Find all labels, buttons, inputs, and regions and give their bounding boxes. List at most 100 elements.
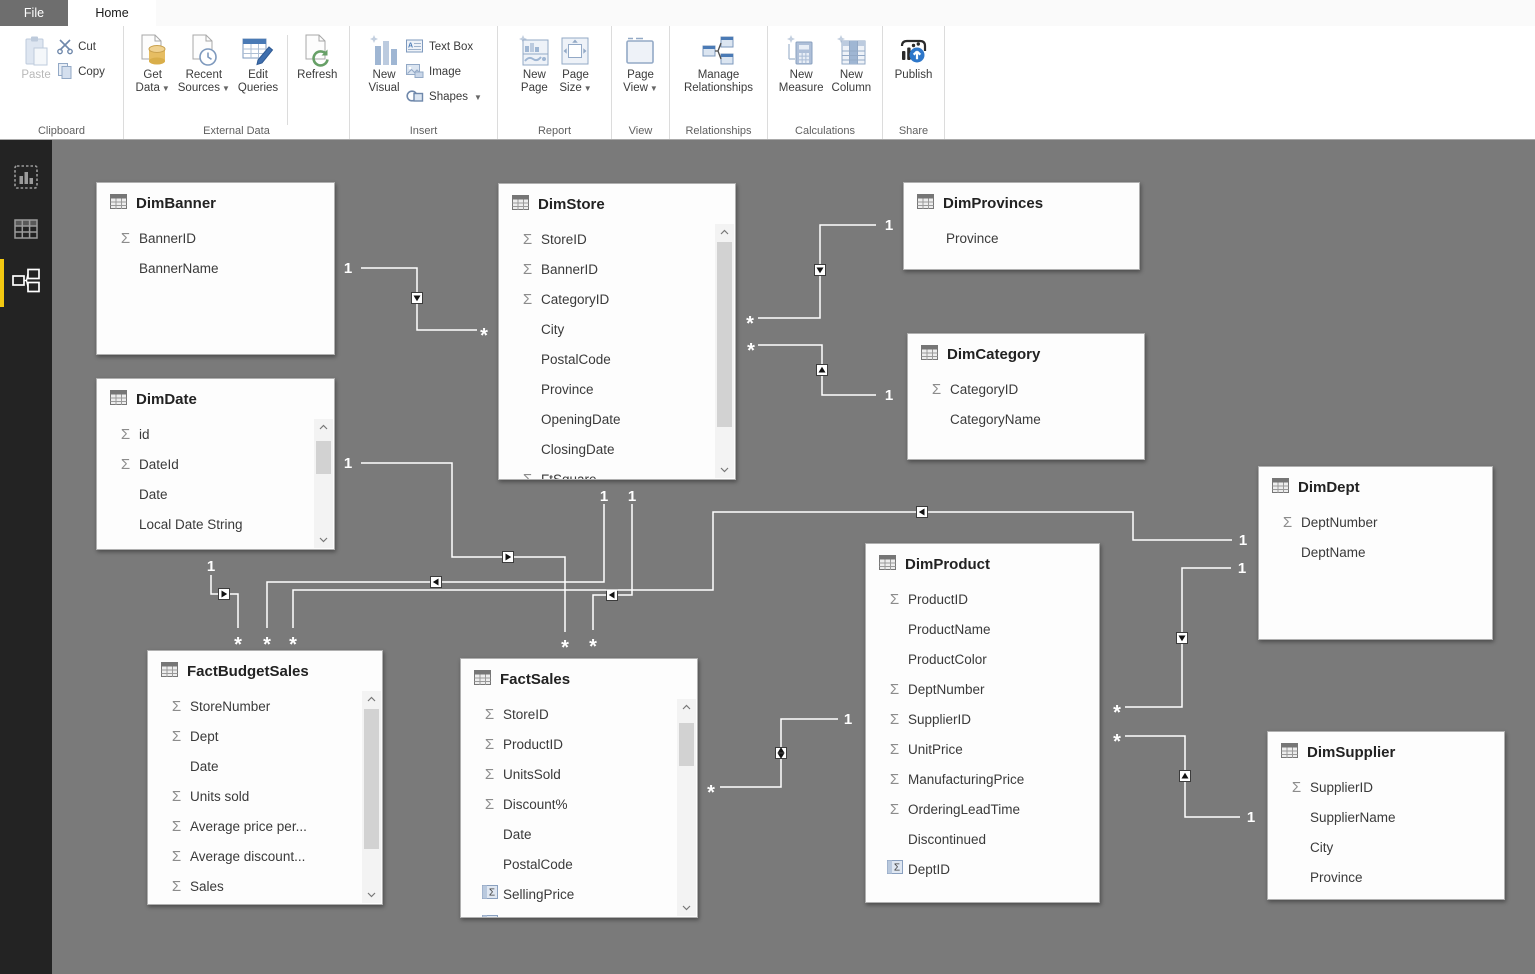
field-row[interactable]: SupplierName — [1268, 802, 1504, 832]
manage-relationships-button[interactable]: ManageRelationships — [681, 31, 756, 139]
field-row[interactable]: ΣCategoryID — [499, 284, 735, 314]
field-row[interactable]: City — [1268, 832, 1504, 862]
refresh-button[interactable]: Refresh — [294, 31, 340, 139]
table-card-header[interactable]: FactBudgetSales — [148, 651, 382, 691]
field-row[interactable]: ΣStoreID — [499, 224, 735, 254]
field-row[interactable]: Province — [904, 223, 1139, 253]
table-card-DimProvinces[interactable]: DimProvincesProvince — [903, 182, 1140, 270]
table-card-DimProduct[interactable]: DimProductΣProductIDProductNameProductCo… — [865, 543, 1100, 903]
new-page-button[interactable]: NewPage — [514, 31, 554, 139]
field-row[interactable]: ΣProductID — [866, 584, 1099, 614]
edit-queries-button[interactable]: EditQueries — [235, 31, 281, 139]
field-row[interactable]: ProductName — [866, 614, 1099, 644]
field-row[interactable]: Σ — [461, 909, 697, 917]
field-row[interactable]: ΣUnitPrice — [866, 734, 1099, 764]
field-row[interactable]: ProductColor — [866, 644, 1099, 674]
table-card-header[interactable]: DimProvinces — [904, 183, 1139, 223]
relationship-DimProvinces-DimStore[interactable]: 1* — [746, 217, 893, 335]
vertical-scrollbar[interactable] — [362, 691, 381, 903]
field-row[interactable]: ΣManufacturingPrice — [866, 764, 1099, 794]
relationship-DimStore-FactSales[interactable]: 1* — [589, 488, 636, 658]
relationship-DimDept-DimProduct[interactable]: 1* — [1113, 560, 1246, 724]
table-card-header[interactable]: DimSupplier — [1268, 732, 1504, 772]
shapes-button[interactable]: Shapes▼ — [405, 87, 482, 107]
table-card-header[interactable]: DimDept — [1259, 467, 1492, 507]
field-row[interactable]: Date — [461, 819, 697, 849]
new-measure-button[interactable]: NewMeasure — [776, 31, 827, 139]
sidebar-item-relationships-view[interactable] — [0, 257, 52, 309]
cut-button[interactable]: Cut — [56, 37, 105, 57]
scroll-down-icon[interactable] — [715, 462, 734, 478]
field-row[interactable]: ΣDeptID — [866, 854, 1099, 884]
field-row[interactable]: City — [499, 314, 735, 344]
vertical-scrollbar[interactable] — [677, 699, 696, 916]
field-row[interactable]: ΣYear — [97, 539, 334, 549]
table-card-DimBanner[interactable]: DimBannerΣBannerIDBannerName — [96, 182, 335, 355]
field-row[interactable]: Province — [499, 374, 735, 404]
vertical-scrollbar[interactable] — [314, 419, 333, 548]
relationship-line[interactable] — [361, 463, 565, 632]
field-row[interactable]: ΣStoreNumber — [148, 691, 382, 721]
scroll-down-icon[interactable] — [362, 887, 381, 903]
field-row[interactable]: ΣFtSquare — [499, 464, 735, 479]
scrollbar-thumb[interactable] — [679, 723, 694, 766]
image-button[interactable]: Image — [405, 62, 482, 82]
field-row[interactable]: ΣSupplierID — [866, 704, 1099, 734]
field-row[interactable]: Σid — [97, 419, 334, 449]
page-size-button[interactable]: PageSize▼ — [556, 31, 594, 139]
sidebar-item-report-view[interactable] — [0, 153, 52, 205]
field-row[interactable]: ΣCategoryID — [908, 374, 1144, 404]
vertical-scrollbar[interactable] — [715, 224, 734, 478]
field-row[interactable]: ΣSellingPrice — [461, 879, 697, 909]
table-card-header[interactable]: DimProduct — [866, 544, 1099, 584]
table-card-header[interactable]: DimCategory — [908, 334, 1144, 374]
table-card-header[interactable]: FactSales — [461, 659, 697, 699]
field-row[interactable]: DeptName — [1259, 537, 1492, 567]
field-row[interactable]: ΣBannerID — [499, 254, 735, 284]
get-data-button[interactable]: GetData▼ — [133, 31, 173, 139]
field-row[interactable]: ΣDeptNumber — [866, 674, 1099, 704]
field-row[interactable]: Date — [148, 751, 382, 781]
table-card-DimCategory[interactable]: DimCategoryΣCategoryIDCategoryName — [907, 333, 1145, 460]
relationship-DimProduct-DimSupplier[interactable]: 1* — [1113, 731, 1255, 826]
field-row[interactable]: Province — [1268, 862, 1504, 892]
field-row[interactable]: Date — [97, 479, 334, 509]
scroll-up-icon[interactable] — [362, 691, 381, 707]
table-card-DimDept[interactable]: DimDeptΣDeptNumberDeptName — [1258, 466, 1493, 640]
field-row[interactable]: ΣStoreID — [461, 699, 697, 729]
field-row[interactable]: PostalCode — [461, 849, 697, 879]
tab-file[interactable]: File — [0, 0, 68, 26]
field-row[interactable]: OpeningDate — [499, 404, 735, 434]
field-row[interactable]: ΣSales — [148, 871, 382, 901]
publish-button[interactable]: Publish — [892, 31, 936, 139]
table-card-FactBudgetSales[interactable]: FactBudgetSalesΣStoreNumberΣDeptDateΣUni… — [147, 650, 383, 905]
tab-home[interactable]: Home — [68, 0, 156, 26]
scroll-up-icon[interactable] — [677, 699, 696, 715]
relationship-DimCategory-DimStore[interactable]: 1* — [747, 340, 893, 404]
scroll-down-icon[interactable] — [677, 900, 696, 916]
relationship-line[interactable] — [211, 575, 238, 628]
relationship-DimDate-FactBudgetSales[interactable]: 1* — [207, 558, 242, 656]
relationships-canvas[interactable]: 1*1*1*1*1*1*1*1*1*1*1*DimBannerΣBannerID… — [52, 140, 1535, 974]
field-row[interactable]: CategoryName — [908, 404, 1144, 434]
table-card-header[interactable]: DimDate — [97, 379, 334, 419]
recent-sources-button[interactable]: RecentSources▼ — [175, 31, 233, 139]
field-row[interactable]: ΣDateId — [97, 449, 334, 479]
sidebar-item-data-view[interactable] — [0, 205, 52, 257]
scrollbar-thumb[interactable] — [364, 709, 379, 849]
field-row[interactable]: ΣProductID — [461, 729, 697, 759]
field-row[interactable]: ΣDiscount% — [461, 789, 697, 819]
relationship-DimDate-FactSales[interactable]: 1* — [344, 455, 569, 659]
new-visual-button[interactable]: NewVisual — [365, 31, 403, 139]
table-card-header[interactable]: DimBanner — [97, 183, 334, 223]
table-card-FactSales[interactable]: FactSalesΣStoreIDΣProductIDΣUnitsSoldΣDi… — [460, 658, 698, 918]
field-row[interactable]: ΣBannerID — [97, 223, 334, 253]
field-row[interactable]: ΣUnits sold — [148, 781, 382, 811]
scroll-down-icon[interactable] — [314, 532, 333, 548]
relationship-line[interactable] — [593, 504, 632, 630]
text-box-button[interactable]: AText Box — [405, 37, 482, 57]
table-card-DimStore[interactable]: DimStoreΣStoreIDΣBannerIDΣCategoryIDCity… — [498, 183, 736, 480]
paste-button[interactable]: Paste — [18, 31, 54, 139]
relationship-DimBanner-DimStore[interactable]: 1* — [344, 260, 488, 347]
field-row[interactable]: ΣUnitsSold — [461, 759, 697, 789]
